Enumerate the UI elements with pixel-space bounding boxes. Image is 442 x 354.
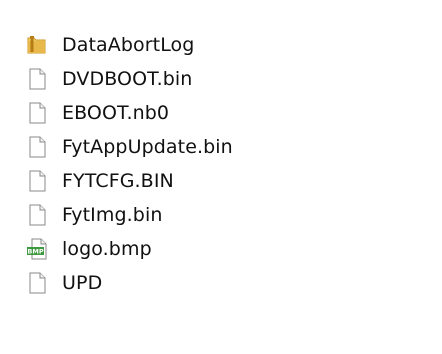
file-name: EBOOT.nb0	[62, 102, 170, 124]
list-item-logo-bmp[interactable]: BMP logo.bmp	[26, 232, 426, 266]
file-name: DataAbortLog	[62, 34, 195, 56]
list-item-fytappupdate[interactable]: FytAppUpdate.bin	[26, 130, 426, 164]
file-icon	[26, 203, 48, 227]
folder-icon	[26, 33, 48, 57]
file-name: FYTCFG.BIN	[62, 170, 174, 192]
file-icon	[26, 271, 48, 295]
list-item-upd[interactable]: UPD	[26, 266, 426, 300]
bmp-badge-text: BMP	[27, 248, 43, 256]
file-name: UPD	[62, 272, 103, 294]
list-item-eboot[interactable]: EBOOT.nb0	[26, 96, 426, 130]
file-icon	[26, 101, 48, 125]
file-name: DVDBOOT.bin	[62, 68, 193, 90]
bmp-file-icon: BMP	[26, 237, 48, 261]
file-name: FytImg.bin	[62, 204, 163, 226]
list-item-fytcfg[interactable]: FYTCFG.BIN	[26, 164, 426, 198]
file-icon	[26, 169, 48, 193]
file-name: FytAppUpdate.bin	[62, 136, 233, 158]
file-icon	[26, 135, 48, 159]
list-item-dataabortlog[interactable]: DataAbortLog	[26, 28, 426, 62]
list-item-fytimg[interactable]: FytImg.bin	[26, 198, 426, 232]
file-name: logo.bmp	[62, 238, 152, 260]
file-icon	[26, 67, 48, 91]
list-item-dvdboot[interactable]: DVDBOOT.bin	[26, 62, 426, 96]
file-list: DataAbortLog DVDBOOT.bin EBOOT.nb0 FytAp…	[26, 28, 426, 300]
